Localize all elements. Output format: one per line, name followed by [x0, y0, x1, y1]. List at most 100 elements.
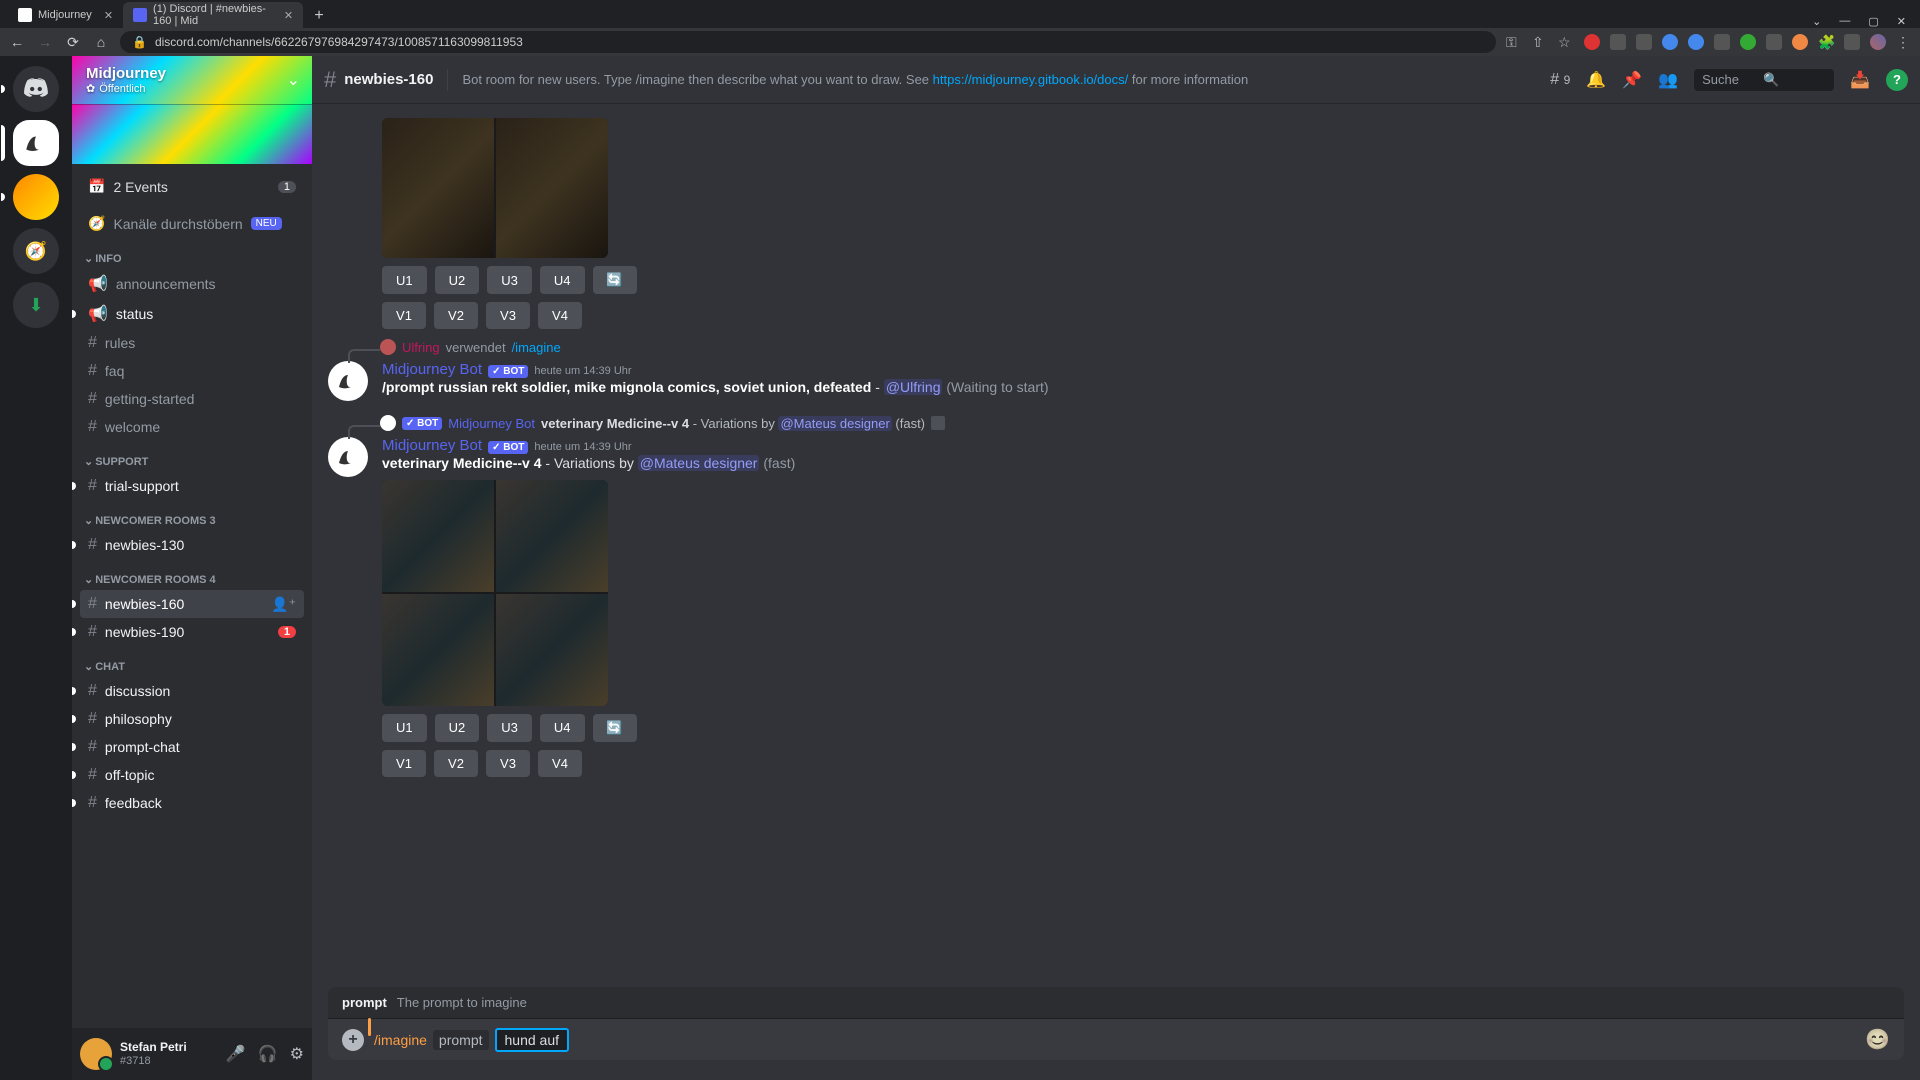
star-icon[interactable]: ☆ [1558, 34, 1574, 50]
ext-icon[interactable] [1636, 34, 1652, 50]
channel-welcome[interactable]: #welcome [80, 413, 304, 441]
search-input[interactable]: Suche 🔍 [1694, 69, 1834, 91]
message-author[interactable]: Midjourney Bot [382, 361, 482, 378]
server-item[interactable] [13, 174, 59, 220]
channel-feedback[interactable]: #feedback [80, 789, 304, 817]
reply-command[interactable]: /imagine [512, 340, 561, 355]
image-grid[interactable] [382, 480, 608, 706]
mute-button[interactable]: 🎤 [226, 1044, 246, 1064]
user-avatar[interactable] [80, 1038, 112, 1070]
tab-discord[interactable]: (1) Discord | #newbies-160 | Mid ✕ [123, 2, 303, 28]
v1-button[interactable]: V1 [382, 750, 426, 777]
channel-philosophy[interactable]: #philosophy [80, 705, 304, 733]
profile-avatar[interactable] [1870, 34, 1886, 50]
server-header[interactable]: Midjourney ✿ Öffentlich ⌄ [72, 56, 312, 104]
close-icon[interactable]: ✕ [284, 9, 293, 22]
reroll-button[interactable]: 🔄 [593, 714, 637, 742]
category-nr3[interactable]: ⌄ NEWCOMER ROOMS 3 [80, 510, 304, 531]
message-input[interactable]: + /imagine prompt hund auf 😊 [328, 1019, 1904, 1060]
server-midjourney[interactable] [13, 120, 59, 166]
channel-rules[interactable]: #rules [80, 329, 304, 357]
threads-button[interactable]: # 9 [1550, 71, 1570, 89]
v2-button[interactable]: V2 [434, 750, 478, 777]
add-attachment-button[interactable]: + [342, 1029, 364, 1051]
channel-off-topic[interactable]: #off-topic [80, 761, 304, 789]
channel-list[interactable]: 📅 2 Events 1 🧭 Kanäle durchstöbern NEU ⌄… [72, 164, 312, 1028]
ext-icon[interactable] [1766, 34, 1782, 50]
v4-button[interactable]: V4 [538, 750, 582, 777]
channel-getting-started[interactable]: #getting-started [80, 385, 304, 413]
browse-channels[interactable]: 🧭 Kanäle durchstöbern NEU [80, 209, 304, 238]
category-support[interactable]: ⌄ SUPPORT [80, 451, 304, 472]
channel-announcements[interactable]: 📢announcements [80, 269, 304, 299]
reload-button[interactable]: ⟳ [64, 34, 82, 51]
v1-button[interactable]: V1 [382, 302, 426, 329]
dm-button[interactable] [13, 66, 59, 112]
autocomplete-hint[interactable]: prompt The prompt to imagine [328, 987, 1904, 1019]
channel-prompt-chat[interactable]: #prompt-chat [80, 733, 304, 761]
download-button[interactable]: ⬇ [13, 282, 59, 328]
u2-button[interactable]: U2 [435, 266, 480, 294]
ext-icon[interactable] [1844, 34, 1860, 50]
channel-newbies-190[interactable]: #newbies-1901 [80, 618, 304, 646]
back-button[interactable]: ← [8, 34, 26, 50]
bot-avatar[interactable] [328, 361, 368, 401]
v3-button[interactable]: V3 [486, 750, 530, 777]
bot-avatar[interactable] [328, 437, 368, 477]
u1-button[interactable]: U1 [382, 714, 427, 742]
new-tab-button[interactable]: + [307, 4, 331, 28]
u3-button[interactable]: U3 [487, 714, 532, 742]
reroll-button[interactable]: 🔄 [593, 266, 637, 294]
help-button[interactable]: ? [1886, 69, 1908, 91]
u4-button[interactable]: U4 [540, 266, 585, 294]
v4-button[interactable]: V4 [538, 302, 582, 329]
u1-button[interactable]: U1 [382, 266, 427, 294]
ext-icon[interactable] [1740, 34, 1756, 50]
ext-icon[interactable] [1584, 34, 1600, 50]
channel-topic[interactable]: Bot room for new users. Type /imagine th… [462, 72, 1542, 87]
channel-status[interactable]: 📢status [80, 299, 304, 329]
close-button[interactable]: ✕ [1897, 15, 1906, 28]
v2-button[interactable]: V2 [434, 302, 478, 329]
ext-icon[interactable] [1688, 34, 1704, 50]
puzzle-icon[interactable]: 🧩 [1818, 34, 1834, 50]
url-input[interactable]: 🔒 discord.com/channels/66226797698429747… [120, 31, 1496, 53]
emoji-button[interactable]: 😊 [1865, 1027, 1890, 1052]
ext-icon[interactable] [1662, 34, 1678, 50]
ext-icon[interactable] [1714, 34, 1730, 50]
share-icon[interactable]: ⇧ [1532, 34, 1548, 50]
channel-newbies-130[interactable]: #newbies-130 [80, 531, 304, 559]
channel-faq[interactable]: #faq [80, 357, 304, 385]
members-button[interactable]: 👥 [1658, 70, 1678, 90]
maximize-button[interactable]: ▢ [1868, 15, 1878, 28]
param-value[interactable]: hund auf [495, 1028, 570, 1052]
user-info[interactable]: Stefan Petri #3718 [120, 1040, 187, 1068]
minimize-button[interactable]: — [1839, 15, 1850, 28]
add-person-icon[interactable]: 👤⁺ [271, 596, 296, 613]
key-icon[interactable]: ⚿ [1506, 34, 1522, 50]
deafen-button[interactable]: 🎧 [258, 1044, 278, 1064]
category-chat[interactable]: ⌄ CHAT [80, 656, 304, 677]
explore-button[interactable]: 🧭 [13, 228, 59, 274]
image-grid[interactable] [382, 118, 608, 258]
close-icon[interactable]: ✕ [104, 9, 113, 22]
home-button[interactable]: ⌂ [92, 34, 110, 50]
user-mention[interactable]: @Ulfring [884, 379, 943, 395]
category-nr4[interactable]: ⌄ NEWCOMER ROOMS 4 [80, 569, 304, 590]
v3-button[interactable]: V3 [486, 302, 530, 329]
reply-user[interactable]: Ulfring [402, 340, 440, 355]
ext-icon[interactable] [1610, 34, 1626, 50]
u4-button[interactable]: U4 [540, 714, 585, 742]
channel-trial-support[interactable]: #trial-support [80, 472, 304, 500]
forward-button[interactable]: → [36, 34, 54, 50]
events-row[interactable]: 📅 2 Events 1 [80, 172, 304, 201]
reply-author[interactable]: Midjourney Bot [448, 416, 535, 431]
message-list[interactable]: U1 U2 U3 U4 🔄 V1 V2 V3 V4 Ulfring verwen… [312, 104, 1920, 987]
channel-discussion[interactable]: #discussion [80, 677, 304, 705]
user-mention[interactable]: @Mateus designer [638, 455, 760, 471]
tab-midjourney[interactable]: Midjourney ✕ [8, 2, 123, 28]
category-info[interactable]: ⌄ INFO [80, 248, 304, 269]
u3-button[interactable]: U3 [487, 266, 532, 294]
settings-button[interactable]: ⚙ [290, 1044, 304, 1064]
ext-icon[interactable] [1792, 34, 1808, 50]
